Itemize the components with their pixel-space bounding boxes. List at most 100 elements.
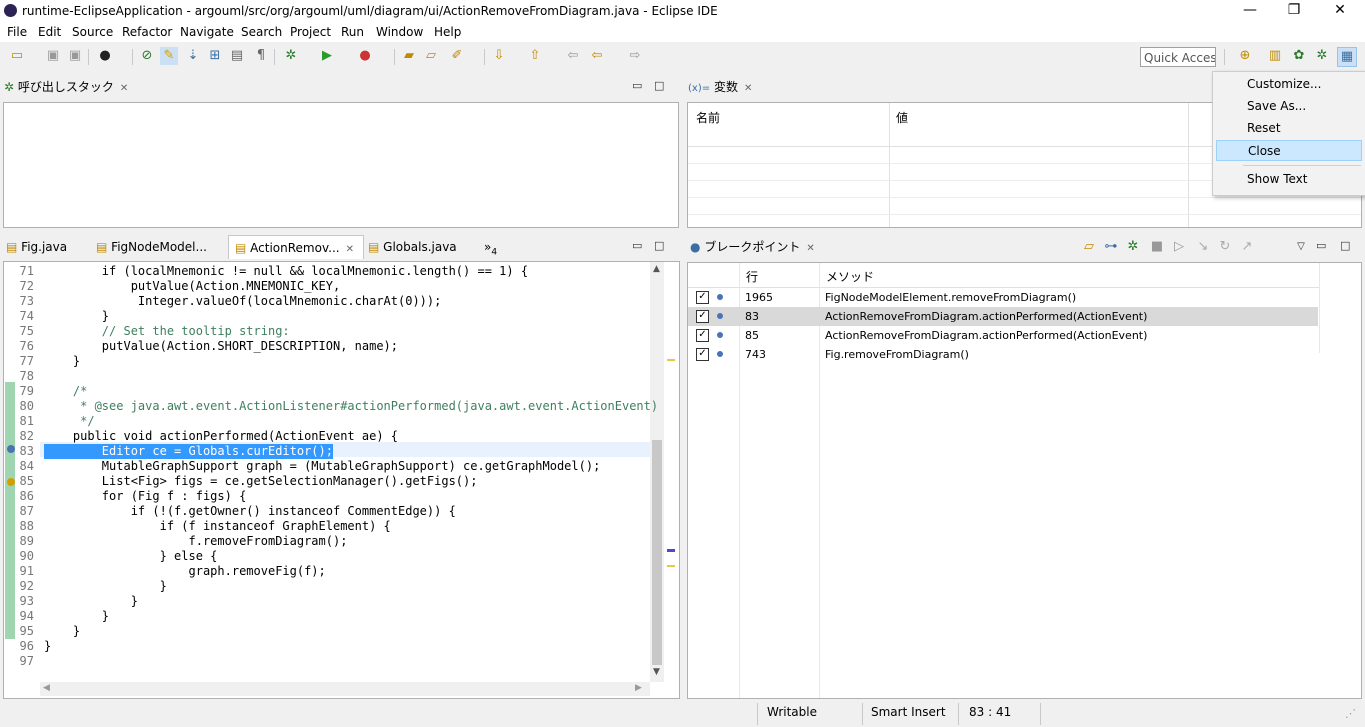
line-number: 83 xyxy=(19,444,34,458)
close-window-button[interactable]: ✕ xyxy=(1317,0,1363,22)
variables-icon: (x)= xyxy=(688,83,711,94)
close-icon[interactable]: ✕ xyxy=(806,243,814,254)
maximize-button[interactable]: ❐ xyxy=(1271,0,1317,22)
java-perspective-icon[interactable]: ▥ xyxy=(1266,47,1284,65)
scroll-right-icon[interactable]: ▶ xyxy=(635,683,642,693)
next-edit-icon[interactable]: ⇩ xyxy=(490,47,508,65)
menu-refactor[interactable]: Refactor xyxy=(122,25,172,39)
breakpoint-row[interactable]: ✓ 743 Fig.removeFromDiagram() xyxy=(688,345,1318,364)
minimize-view-icon[interactable]: ▭ xyxy=(1316,239,1326,252)
tab-variables[interactable]: (x)= 変数 ✕ xyxy=(688,75,752,99)
tab-globals-java[interactable]: ▤ Globals.java xyxy=(368,235,457,259)
quick-access-field[interactable]: Quick Access xyxy=(1140,47,1216,67)
maximize-view-icon[interactable]: □ xyxy=(1340,239,1350,252)
tab-fignodemodel[interactable]: ▤ FigNodeModel... xyxy=(96,235,207,259)
forward-icon[interactable]: ⇨ xyxy=(626,47,644,65)
menu-search[interactable]: Search xyxy=(241,25,282,39)
close-icon[interactable]: ✕ xyxy=(744,83,752,94)
menu-item-show-text[interactable]: Show Text xyxy=(1216,169,1362,190)
run-external-icon[interactable]: ● xyxy=(356,47,374,65)
scroll-thumb[interactable] xyxy=(652,440,662,665)
breakpoint-checkbox[interactable]: ✓ xyxy=(696,291,709,304)
new-package-icon[interactable]: ▰ xyxy=(400,47,418,65)
resume-icon[interactable]: ▷ xyxy=(1170,238,1188,256)
scroll-left-icon[interactable]: ◀ xyxy=(43,683,50,693)
breakpoint-row[interactable]: ✓ 1965 FigNodeModelElement.removeFromDiagr… xyxy=(688,288,1318,307)
code-editor[interactable]: ▲ ▼ ◀ ▶ 71 if (localMnemonic != null && … xyxy=(3,261,680,699)
close-icon[interactable]: ✕ xyxy=(346,244,354,255)
callstack-panel xyxy=(3,102,679,228)
horizontal-scrollbar[interactable]: ◀ ▶ xyxy=(40,682,650,696)
next-annotation-icon[interactable]: ⇣ xyxy=(184,47,202,65)
tab-overflow[interactable]: »4 xyxy=(484,235,497,259)
chevron-down-icon[interactable]: ▽ xyxy=(1292,238,1310,256)
git-perspective-icon[interactable]: ▦ xyxy=(1337,47,1357,67)
show-whitespace-icon[interactable]: ¶ xyxy=(252,47,270,65)
tab-breakpoints[interactable]: ● ブレークポイント ✕ xyxy=(690,235,815,259)
java-ee-perspective-icon[interactable]: ✿ xyxy=(1290,47,1308,65)
search-icon[interactable]: ✐ xyxy=(448,47,466,65)
tab-callstack[interactable]: ✲ 呼び出しスタック ✕ xyxy=(4,75,128,99)
menu-item-customize[interactable]: Customize... xyxy=(1216,74,1362,95)
maximize-view-icon[interactable]: □ xyxy=(654,239,664,252)
menu-window[interactable]: Window xyxy=(376,25,423,39)
run-icon[interactable]: ▶ xyxy=(318,47,336,65)
menu-navigate[interactable]: Navigate xyxy=(180,25,234,39)
open-folder-icon[interactable]: ▱ xyxy=(422,47,440,65)
tab-fig-java[interactable]: ▤ Fig.java xyxy=(6,235,67,259)
line-number: 93 xyxy=(19,594,34,608)
open-type-icon[interactable]: ⊞ xyxy=(206,47,224,65)
line-number: 91 xyxy=(19,564,34,578)
line-number: 96 xyxy=(19,639,34,653)
breakpoint-checkbox[interactable]: ✓ xyxy=(696,310,709,323)
debug-perspective-icon[interactable]: ✲ xyxy=(1313,47,1331,65)
breakpoint-checkbox[interactable]: ✓ xyxy=(696,348,709,361)
step-into-icon[interactable]: ↘ xyxy=(1194,238,1212,256)
breakpoint-method: Fig.removeFromDiagram() xyxy=(825,348,969,361)
step-return-icon[interactable]: ↗ xyxy=(1238,238,1256,256)
save-icon[interactable]: ▣ xyxy=(44,47,62,65)
breakpoint-row[interactable]: ✓ 85 ActionRemoveFromDiagram.actionPerform… xyxy=(688,326,1318,345)
link-icon[interactable]: ⊶ xyxy=(1102,238,1120,256)
tab-label: Fig.java xyxy=(21,240,68,254)
bug-icon[interactable]: ✲ xyxy=(1124,238,1142,256)
menu-item-close[interactable]: Close xyxy=(1216,140,1362,161)
scroll-down-icon[interactable]: ▼ xyxy=(653,667,660,677)
breakpoint-row[interactable]: ✓ 83 ActionRemoveFromDiagram.actionPerform… xyxy=(688,307,1318,326)
minimize-view-icon[interactable]: ▭ xyxy=(632,79,642,92)
last-edit-icon[interactable]: ⇦ xyxy=(564,47,582,65)
save-all-icon[interactable]: ▣ xyxy=(66,47,84,65)
step-over-icon[interactable]: ↻ xyxy=(1216,238,1234,256)
open-folder-icon[interactable]: ▱ xyxy=(1080,238,1098,256)
tab-actionremove[interactable]: ▤ ActionRemov... ✕ xyxy=(228,235,364,259)
menu-help[interactable]: Help xyxy=(434,25,461,39)
vertical-scrollbar[interactable]: ▲ ▼ xyxy=(650,262,664,682)
minimize-view-icon[interactable]: ▭ xyxy=(632,239,642,252)
maximize-view-icon[interactable]: □ xyxy=(654,79,664,92)
mark-occurrences-icon[interactable]: ✎ xyxy=(160,47,178,65)
menu-source[interactable]: Source xyxy=(72,25,113,39)
line-number: 79 xyxy=(19,384,34,398)
stop-icon[interactable]: ■ xyxy=(1148,238,1166,256)
menu-project[interactable]: Project xyxy=(290,25,331,39)
skip-breakpoints-icon[interactable]: ⊘ xyxy=(138,47,156,65)
menu-run[interactable]: Run xyxy=(341,25,364,39)
menu-item-reset[interactable]: Reset xyxy=(1216,118,1362,139)
open-perspective-icon[interactable]: ⊕ xyxy=(1236,47,1254,65)
tab-label: Globals.java xyxy=(383,240,457,254)
menu-edit[interactable]: Edit xyxy=(38,25,61,39)
new-icon[interactable]: ▭ xyxy=(8,47,26,65)
status-cursor-position: 83 : 41 xyxy=(969,705,1012,719)
menu-item-save-as[interactable]: Save As... xyxy=(1216,96,1362,117)
profile-icon[interactable]: ● xyxy=(96,47,114,65)
debug-icon[interactable]: ✲ xyxy=(282,47,300,65)
toggle-block-icon[interactable]: ▤ xyxy=(228,47,246,65)
previous-edit-icon[interactable]: ⇧ xyxy=(526,47,544,65)
breakpoint-checkbox[interactable]: ✓ xyxy=(696,329,709,342)
menu-file[interactable]: File xyxy=(7,25,27,39)
line-number: 95 xyxy=(19,624,34,638)
scroll-up-icon[interactable]: ▲ xyxy=(653,264,660,274)
minimize-button[interactable]: — xyxy=(1227,0,1273,22)
back-icon[interactable]: ⇦ xyxy=(588,47,606,65)
close-icon[interactable]: ✕ xyxy=(120,83,128,94)
